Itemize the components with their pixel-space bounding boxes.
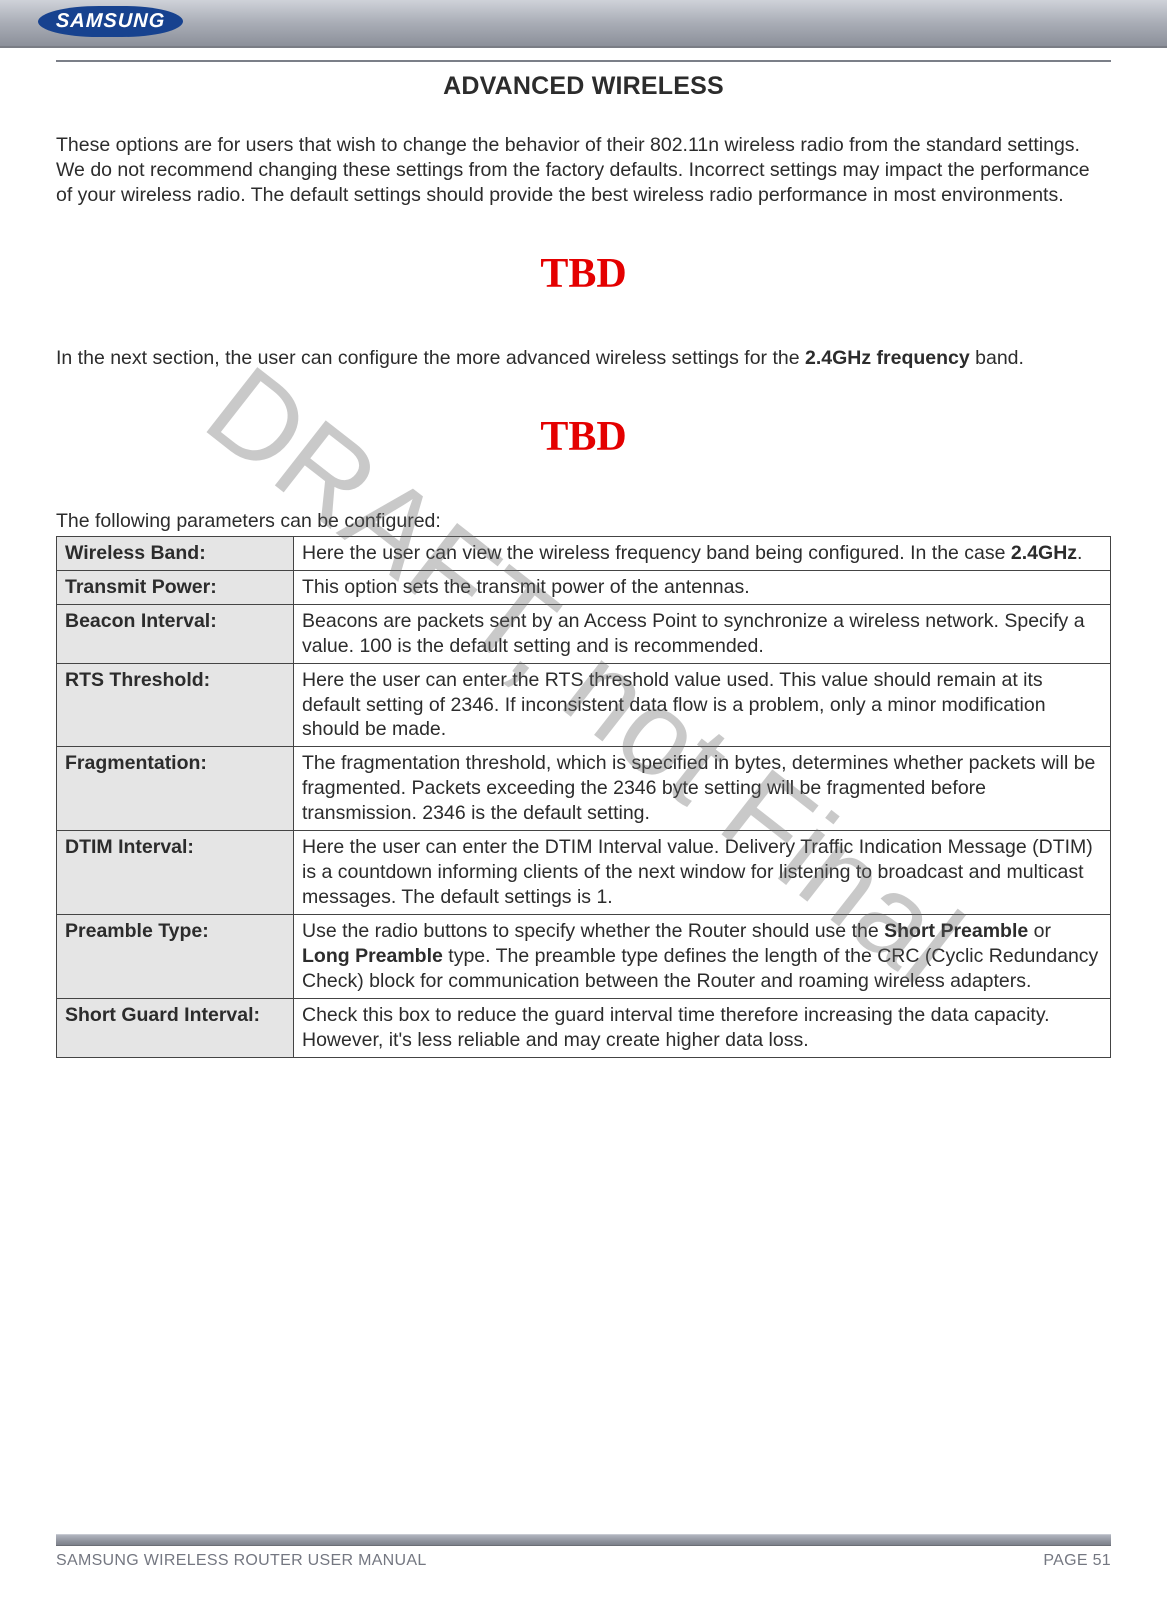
param-desc: Here the user can enter the DTIM Interva… <box>294 831 1111 915</box>
param-label: Short Guard Interval: <box>57 999 294 1058</box>
param-desc: Beacons are packets sent by an Access Po… <box>294 604 1111 663</box>
param-desc: This option sets the transmit power of t… <box>294 570 1111 604</box>
table-row: Transmit Power: This option sets the tra… <box>57 570 1111 604</box>
tbd-placeholder-2: TBD <box>56 413 1111 461</box>
header-rule <box>56 60 1111 62</box>
tbd-placeholder-1: TBD <box>56 250 1111 298</box>
parameters-table: Wireless Band: Here the user can view th… <box>56 536 1111 1058</box>
param-label: Preamble Type: <box>57 915 294 999</box>
param-label: Transmit Power: <box>57 570 294 604</box>
text-run: In the next section, the user can config… <box>56 347 805 369</box>
brand-logo-text: SAMSUNG <box>37 6 183 37</box>
table-row: DTIM Interval: Here the user can enter t… <box>57 831 1111 915</box>
param-label: DTIM Interval: <box>57 831 294 915</box>
param-desc: Use the radio buttons to specify whether… <box>294 915 1111 999</box>
param-label: Wireless Band: <box>57 536 294 570</box>
table-row: Wireless Band: Here the user can view th… <box>57 536 1111 570</box>
page-title: ADVANCED WIRELESS <box>56 72 1111 101</box>
brand-logo: SAMSUNG <box>38 6 183 37</box>
table-row: Beacon Interval: Beacons are packets sen… <box>57 604 1111 663</box>
footer-page-number: PAGE 51 <box>1043 1552 1111 1570</box>
header-bar: SAMSUNG <box>0 0 1167 48</box>
param-desc: Here the user can view the wireless freq… <box>294 536 1111 570</box>
bold-frequency: 2.4GHz frequency <box>805 347 970 369</box>
footer-bar <box>56 1534 1111 1546</box>
page-footer: SAMSUNG WIRELESS ROUTER USER MANUAL PAGE… <box>0 1534 1167 1570</box>
table-row: Fragmentation: The fragmentation thresho… <box>57 747 1111 831</box>
param-desc: Check this box to reduce the guard inter… <box>294 999 1111 1058</box>
next-section-paragraph: In the next section, the user can config… <box>56 346 1111 371</box>
footer-manual-title: SAMSUNG WIRELESS ROUTER USER MANUAL <box>56 1552 427 1570</box>
text-run: band. <box>970 347 1024 369</box>
param-desc: The fragmentation threshold, which is sp… <box>294 747 1111 831</box>
intro-paragraph: These options are for users that wish to… <box>56 133 1111 208</box>
param-label: Fragmentation: <box>57 747 294 831</box>
table-row: Preamble Type: Use the radio buttons to … <box>57 915 1111 999</box>
param-desc: Here the user can enter the RTS threshol… <box>294 663 1111 747</box>
table-row: RTS Threshold: Here the user can enter t… <box>57 663 1111 747</box>
param-label: RTS Threshold: <box>57 663 294 747</box>
param-label: Beacon Interval: <box>57 604 294 663</box>
params-intro: The following parameters can be configur… <box>56 509 1111 534</box>
table-row: Short Guard Interval: Check this box to … <box>57 999 1111 1058</box>
